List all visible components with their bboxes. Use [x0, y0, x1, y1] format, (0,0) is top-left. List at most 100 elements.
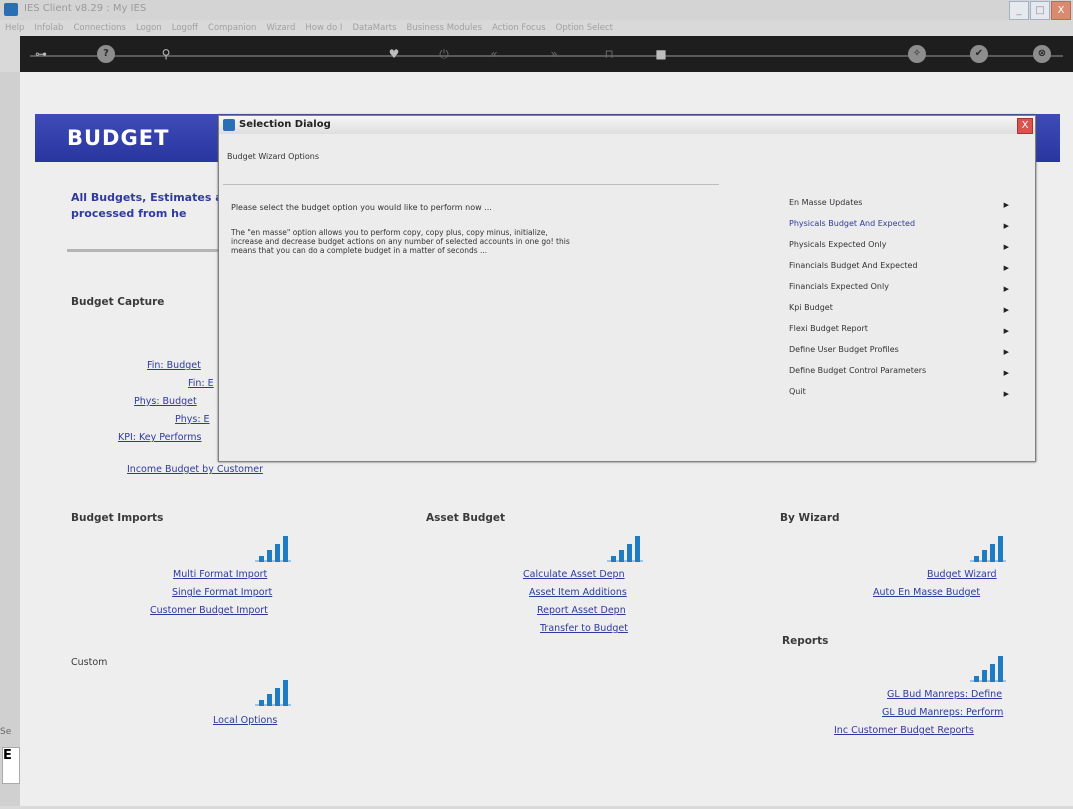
selection-dialog: Selection Dialog X Budget Wizard Options…: [218, 115, 1036, 462]
dialog-description: The "en masse" option allows you to perf…: [231, 228, 570, 255]
maximize-button[interactable]: □: [1030, 1, 1050, 20]
option-quit[interactable]: Quit ▶: [789, 387, 1009, 405]
menu-help[interactable]: Help: [0, 20, 29, 36]
close-circle-icon[interactable]: ⊗: [1033, 45, 1051, 63]
dialog-subtitle: Budget Wizard Options: [227, 152, 320, 161]
menu-bar: Help Infolab Connections Logon Logoff Co…: [0, 20, 1073, 36]
menu-how-do-i[interactable]: How do I: [300, 20, 347, 36]
link-phys-e[interactable]: Phys: E: [175, 414, 210, 425]
link-fin-budget[interactable]: Fin: Budget: [147, 360, 201, 371]
search-icon[interactable]: ⚲: [157, 45, 175, 63]
close-window-button[interactable]: X: [1051, 1, 1071, 20]
arrow-right-icon: ▶: [1003, 222, 1009, 230]
back-icon[interactable]: «: [485, 45, 503, 63]
link-gl-bud-manreps-define[interactable]: GL Bud Manreps: Define: [887, 689, 1002, 700]
option-label: En Masse Updates: [789, 198, 863, 207]
arrow-right-icon: ▶: [1003, 369, 1009, 377]
menu-infolab[interactable]: Infolab: [29, 20, 68, 36]
document-icon[interactable]: ⊓: [600, 45, 618, 63]
option-flexi-budget-report[interactable]: Flexi Budget Report ▶: [789, 324, 1009, 342]
title-bar: IES Client v8.29 : My IES _ □ X: [0, 0, 1073, 21]
link-inc-customer-budget-reports[interactable]: Inc Customer Budget Reports: [834, 725, 974, 736]
menu-logon[interactable]: Logon: [131, 20, 167, 36]
arrow-right-icon: ▶: [1003, 306, 1009, 314]
arrow-right-icon: ▶: [1003, 348, 1009, 356]
link-phys-budget[interactable]: Phys: Budget: [134, 396, 197, 407]
section-custom: Custom: [71, 657, 108, 668]
window-title: IES Client v8.29 : My IES: [24, 3, 147, 14]
option-define-budget-control-parameters[interactable]: Define Budget Control Parameters ▶: [789, 366, 1009, 384]
chart-icon: [255, 680, 291, 706]
menu-connections[interactable]: Connections: [68, 20, 131, 36]
option-physicals-budget-and-expected[interactable]: Physicals Budget And Expected ▶: [789, 219, 1009, 237]
menu-companion[interactable]: Companion: [203, 20, 261, 36]
menu-datamarts[interactable]: DataMarts: [347, 20, 401, 36]
arrow-right-icon: ▶: [1003, 201, 1009, 209]
left-side-panel: Se E: [0, 72, 20, 806]
help-icon[interactable]: ?: [97, 45, 115, 63]
menu-action-focus[interactable]: Action Focus: [487, 20, 551, 36]
menu-option-select[interactable]: Option Select: [551, 20, 618, 36]
option-physicals-expected-only[interactable]: Physicals Expected Only ▶: [789, 240, 1009, 258]
toolbar: ⊶ ? ⚲ ♥ ⏻ « » ⊓ ■ ✧ ✔ ⊗: [20, 36, 1073, 72]
link-auto-en-masse-budget[interactable]: Auto En Masse Budget: [873, 587, 980, 598]
option-label: Kpi Budget: [789, 303, 833, 312]
option-label: Financials Budget And Expected: [789, 261, 918, 270]
option-kpi-budget[interactable]: Kpi Budget ▶: [789, 303, 1009, 321]
link-calculate-asset-depn[interactable]: Calculate Asset Depn: [523, 569, 625, 580]
check-icon[interactable]: ✔: [970, 45, 988, 63]
option-label: Financials Expected Only: [789, 282, 889, 291]
link-report-asset-depn[interactable]: Report Asset Depn: [537, 605, 626, 616]
chart-icon: [255, 536, 291, 562]
section-by-wizard: By Wizard: [780, 512, 840, 524]
power-icon[interactable]: ⏻: [435, 45, 453, 63]
option-label: Physicals Budget And Expected: [789, 219, 916, 228]
menu-business-modules[interactable]: Business Modules: [402, 20, 488, 36]
side-box[interactable]: E: [2, 747, 20, 784]
section-asset-budget: Asset Budget: [426, 512, 506, 524]
option-financials-budget-and-expected[interactable]: Financials Budget And Expected ▶: [789, 261, 1009, 279]
refresh-icon[interactable]: ✧: [908, 45, 926, 63]
heart-icon[interactable]: ♥: [385, 45, 403, 63]
arrow-right-icon: ▶: [1003, 264, 1009, 272]
key-icon[interactable]: ⊶: [32, 45, 50, 63]
dialog-divider: [223, 184, 719, 185]
chart-icon: [970, 536, 1006, 562]
dialog-close-button[interactable]: X: [1017, 118, 1033, 134]
side-label: Se: [0, 727, 12, 737]
app-icon: [4, 3, 18, 16]
link-kpi[interactable]: KPI: Key Performs: [118, 432, 201, 443]
link-fin-e[interactable]: Fin: E: [188, 378, 214, 389]
link-budget-wizard[interactable]: Budget Wizard: [927, 569, 997, 580]
link-gl-bud-manreps-perform[interactable]: GL Bud Manreps: Perform: [882, 707, 1003, 718]
option-label: Define User Budget Profiles: [789, 345, 899, 354]
link-income-budget-by-customer[interactable]: Income Budget by Customer: [127, 464, 263, 475]
link-asset-item-additions[interactable]: Asset Item Additions: [529, 587, 627, 598]
option-define-user-budget-profiles[interactable]: Define User Budget Profiles ▶: [789, 345, 1009, 363]
link-customer-budget-import[interactable]: Customer Budget Import: [150, 605, 268, 616]
dialog-title: Selection Dialog: [239, 119, 331, 130]
section-budget-capture: Budget Capture: [71, 296, 165, 308]
forward-icon[interactable]: »: [545, 45, 563, 63]
option-en-masse-updates[interactable]: En Masse Updates ▶: [789, 198, 1009, 216]
link-local-options[interactable]: Local Options: [213, 715, 277, 726]
link-transfer-to-budget[interactable]: Transfer to Budget: [540, 623, 628, 634]
arrow-right-icon: ▶: [1003, 390, 1009, 398]
menu-wizard[interactable]: Wizard: [261, 20, 300, 36]
section-budget-imports: Budget Imports: [71, 512, 164, 524]
minimize-button[interactable]: _: [1009, 1, 1029, 20]
dialog-prompt: Please select the budget option you woul…: [231, 203, 492, 212]
arrow-right-icon: ▶: [1003, 327, 1009, 335]
option-label: Flexi Budget Report: [789, 324, 868, 333]
menu-logoff[interactable]: Logoff: [167, 20, 203, 36]
dialog-title-bar: Selection Dialog X: [219, 116, 1035, 134]
section-reports: Reports: [782, 635, 829, 647]
stop-icon[interactable]: ■: [652, 45, 670, 63]
page-title: BUDGET: [67, 126, 170, 150]
chart-icon: [970, 656, 1006, 682]
arrow-right-icon: ▶: [1003, 243, 1009, 251]
dialog-app-icon: [223, 119, 235, 131]
link-multi-format-import[interactable]: Multi Format Import: [173, 569, 267, 580]
option-financials-expected-only[interactable]: Financials Expected Only ▶: [789, 282, 1009, 300]
link-single-format-import[interactable]: Single Format Import: [172, 587, 272, 598]
